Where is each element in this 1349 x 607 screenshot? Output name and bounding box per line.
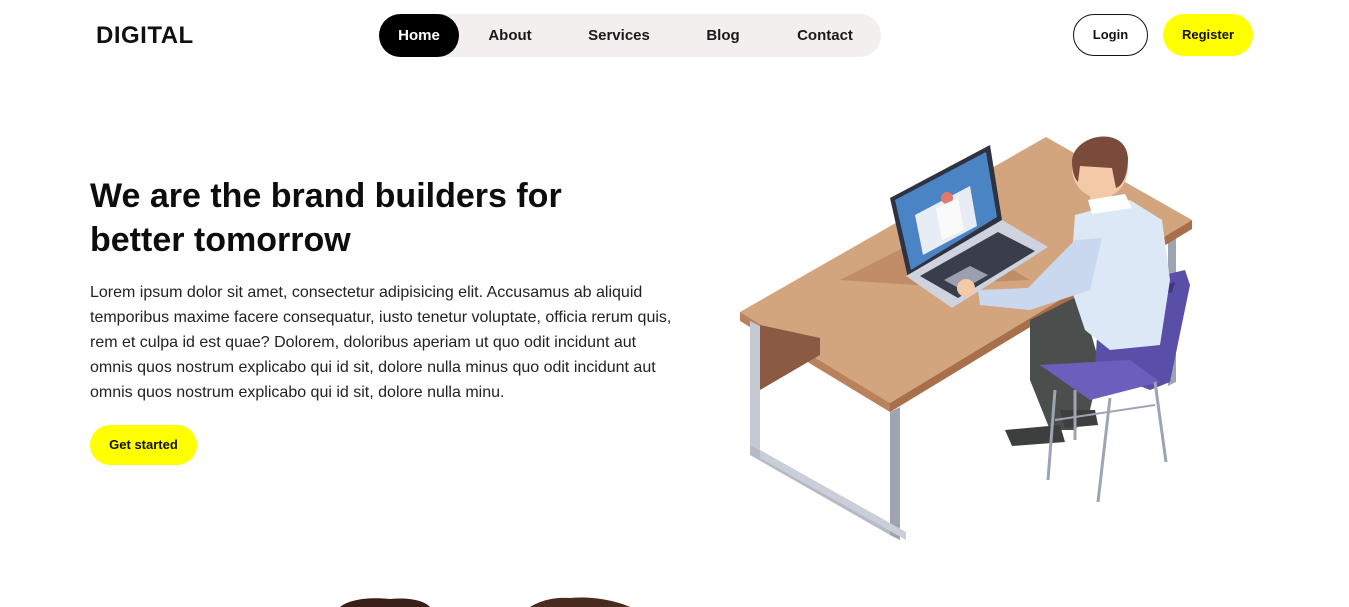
login-button[interactable]: Login: [1073, 14, 1148, 56]
hero-title: We are the brand builders for better tom…: [90, 174, 610, 262]
nav-item-services[interactable]: Services: [579, 14, 659, 57]
hero-title-line-2: better tomorrow: [90, 221, 351, 259]
get-started-button[interactable]: Get started: [90, 425, 197, 465]
nav-item-contact[interactable]: Contact: [785, 14, 865, 57]
main-nav: Home About Services Blog Contact: [379, 14, 881, 57]
nav-item-blog[interactable]: Blog: [693, 14, 753, 57]
nav-item-home[interactable]: Home: [379, 14, 459, 57]
hero-paragraph: Lorem ipsum dolor sit amet, consectetur …: [90, 284, 672, 401]
hero-title-line-1: We are the brand builders for: [90, 177, 562, 215]
nav-item-about[interactable]: About: [475, 14, 545, 57]
decorative-art-partial: [340, 597, 630, 607]
office-worker-illustration: [740, 136, 1192, 540]
register-button[interactable]: Register: [1163, 14, 1253, 56]
site-logo[interactable]: DIGITAL: [96, 22, 194, 50]
navbar: DIGITAL Home About Services Blog Contact…: [0, 0, 1349, 72]
